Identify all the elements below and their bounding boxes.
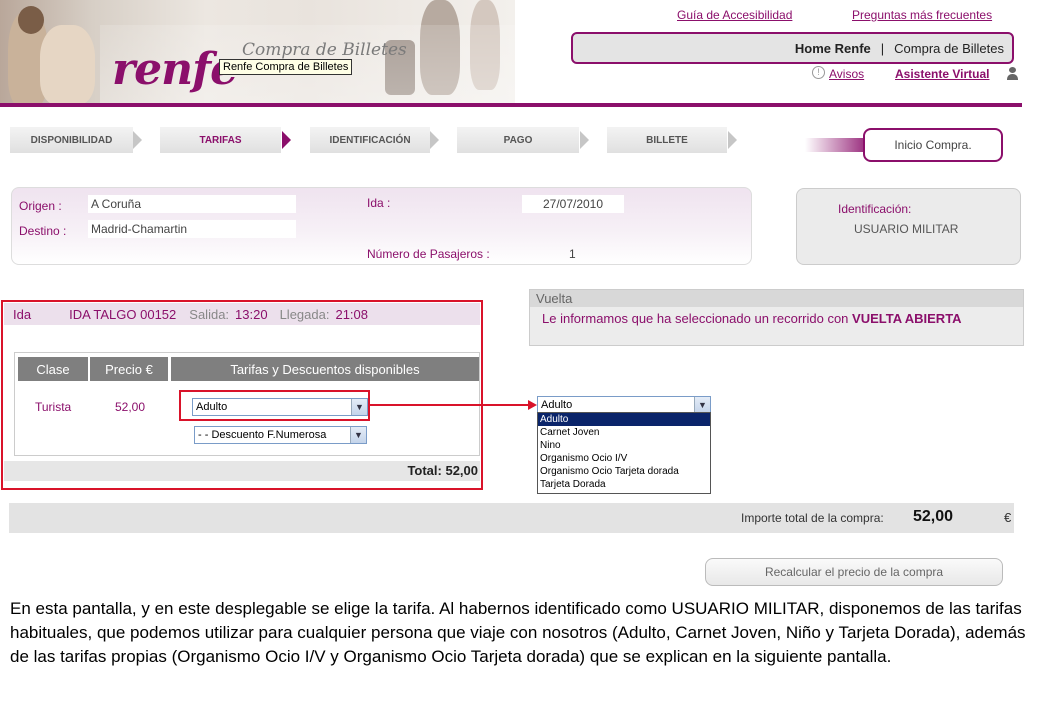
explanation-caption: En esta pantalla, y en este desplegable … <box>10 599 1026 666</box>
vuelta-label: Vuelta <box>530 290 1023 307</box>
callout-arrow-line <box>370 404 530 406</box>
top-nav-bar: Home Renfe | Compra de Billetes <box>571 32 1014 64</box>
column-header-tarifas: Tarifas y Descuentos disponibles <box>171 357 479 381</box>
recalculate-button[interactable]: Recalcular el precio de la compra <box>705 558 1003 586</box>
vuelta-message-text: Le informamos que ha seleccionado un rec… <box>542 311 849 326</box>
origin-value: A Coruña <box>88 195 296 213</box>
origin-label: Origen : <box>19 199 62 213</box>
step-pago: PAGO <box>457 127 579 153</box>
class-cell: Turista <box>35 400 72 414</box>
avisos-link[interactable]: Avisos <box>829 67 864 81</box>
price-cell: 52,00 <box>115 400 146 414</box>
step-arrow-active <box>282 131 291 149</box>
option-organismo-ocio-iv[interactable]: Organismo Ocio I/V <box>538 452 710 465</box>
option-tarjeta-dorada[interactable]: Tarjeta Dorada <box>538 478 710 491</box>
step-arrow <box>133 131 142 149</box>
destination-value: Madrid-Chamartin <box>88 220 296 238</box>
logo-tooltip: Renfe Compra de Billetes <box>219 59 353 75</box>
arrival-time-label: Llegada: <box>279 306 330 322</box>
passengers-value: 1 <box>569 247 576 261</box>
inicio-compra-button[interactable]: Inicio Compra. <box>863 128 1003 162</box>
callout-arrow-head <box>528 400 537 410</box>
step-billete: BILLETE <box>607 127 727 153</box>
ida-total: Total: 52,00 <box>4 461 480 481</box>
step-arrow <box>728 131 737 149</box>
nav-separator: | <box>880 40 885 56</box>
option-carnet-joven[interactable]: Carnet Joven <box>538 426 710 439</box>
site-subtitle: Compra de Billetes <box>242 40 407 60</box>
tarifa-highlight-frame <box>179 390 370 421</box>
step-arrow <box>430 131 439 149</box>
step-disponibilidad: DISPONIBILIDAD <box>10 127 133 153</box>
option-organismo-ocio-tarjeta-dorada[interactable]: Organismo Ocio Tarjeta dorada <box>538 465 710 478</box>
step-tarifas: TARIFAS <box>160 127 281 153</box>
step-arrow <box>580 131 589 149</box>
warning-icon: ! <box>812 66 825 79</box>
header-divider <box>0 103 1022 107</box>
assistant-icon[interactable] <box>1007 67 1018 80</box>
total-purchase-label: Importe total de la compra: <box>741 511 884 525</box>
chevron-down-icon[interactable]: ▼ <box>694 397 710 413</box>
train-name: IDA TALGO 00152 <box>69 306 177 322</box>
chevron-down-icon[interactable]: ▼ <box>350 427 366 443</box>
column-header-precio: Precio € <box>90 357 168 381</box>
step-identificacion: IDENTIFICACIÓN <box>310 127 430 153</box>
descuento-select[interactable]: - - Descuento F.Numerosa ▼ <box>194 426 367 444</box>
departure-date: 27/07/2010 <box>522 195 624 213</box>
option-nino[interactable]: Nino <box>538 439 710 452</box>
tarifa-options-list: Adulto Carnet Joven Nino Organismo Ocio … <box>537 412 711 494</box>
total-purchase-value: 52,00 <box>913 508 954 525</box>
descuento-select-value: - - Descuento F.Numerosa <box>198 429 327 441</box>
departure-time: 13:20 <box>235 306 268 322</box>
home-renfe-link[interactable]: Home Renfe <box>795 41 871 56</box>
compra-billetes-link[interactable]: Compra de Billetes <box>894 41 1004 56</box>
departure-label: Ida : <box>367 196 391 210</box>
identification-value: USUARIO MILITAR <box>854 222 959 236</box>
vuelta-message-bold: VUELTA ABIERTA <box>852 311 962 326</box>
option-adulto[interactable]: Adulto <box>538 413 710 426</box>
passengers-label: Número de Pasajeros : <box>367 247 490 261</box>
arrival-time: 21:08 <box>335 306 369 322</box>
ida-label: Ida <box>13 306 32 322</box>
ida-header: Ida IDA TALGO 00152 Salida: 13:20 Llegad… <box>4 303 480 325</box>
currency-symbol: € <box>1004 510 1012 525</box>
departure-time-label: Salida: <box>189 306 230 322</box>
accessibility-guide-link[interactable]: Guía de Accesibilidad <box>677 8 792 22</box>
column-header-clase: Clase <box>18 357 88 381</box>
vuelta-message: Le informamos que ha seleccionado un rec… <box>542 311 962 326</box>
virtual-assistant-link[interactable]: Asistente Virtual <box>895 67 989 81</box>
faq-link[interactable]: Preguntas más frecuentes <box>852 8 992 22</box>
destination-label: Destino : <box>19 224 67 238</box>
tarifa-select-expanded-value: Adulto <box>541 399 573 411</box>
identification-label: Identificación: <box>838 202 912 216</box>
